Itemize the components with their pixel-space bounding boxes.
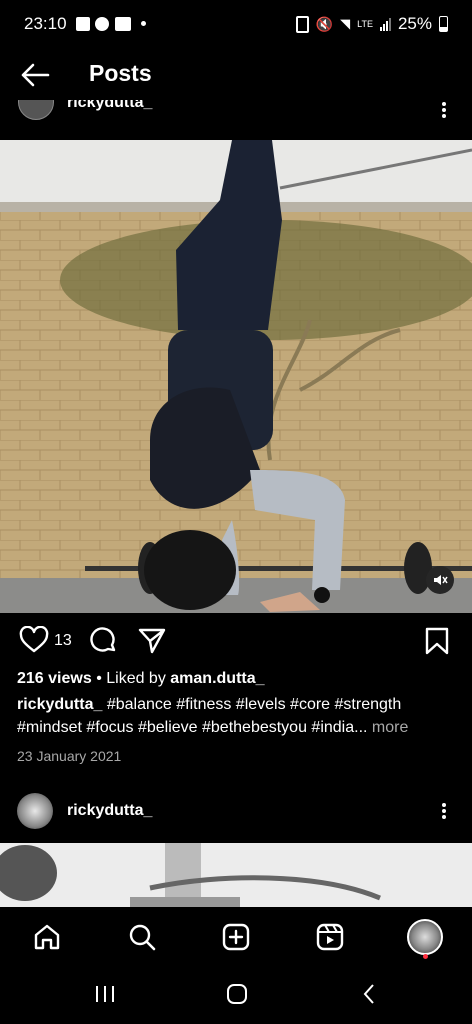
caption-username[interactable]: rickydutta_ — [17, 696, 102, 713]
share-icon — [138, 628, 166, 654]
search-icon — [129, 924, 156, 951]
mute-status-icon: 🔇 — [315, 15, 334, 32]
profile-avatar — [407, 919, 443, 955]
back-system-icon[interactable] — [362, 983, 376, 1010]
post-photo[interactable] — [0, 140, 472, 613]
avatar[interactable] — [18, 100, 54, 120]
battery-icon — [439, 16, 448, 32]
post-options-icon[interactable] — [436, 801, 452, 826]
liked-by-user[interactable]: aman.dutta_ — [170, 670, 264, 687]
liked-by-prefix: Liked by — [106, 670, 166, 687]
system-navigation-bar — [0, 967, 472, 1024]
caption-hashtags-1[interactable]: #balance #fitness #levels #core #strengt… — [107, 696, 401, 713]
post-options-icon[interactable] — [436, 100, 452, 125]
likes-count[interactable]: 13 — [54, 632, 72, 650]
post-username[interactable]: rickydutta_ — [67, 100, 152, 112]
mute-icon[interactable] — [426, 566, 454, 594]
recent-apps-icon[interactable] — [94, 984, 116, 1009]
comment-button[interactable] — [88, 626, 118, 656]
caption-line-2: #mindset #focus #believe #bethebestyou #… — [17, 719, 408, 737]
status-bar: 23:10 🔇 ◥ LTE 25% — [0, 0, 472, 50]
app-notification-icon — [115, 17, 131, 31]
network-label: LTE — [357, 19, 373, 29]
create-icon — [222, 923, 250, 951]
signal-icon — [379, 17, 391, 31]
wifi-icon: ◥ — [340, 16, 351, 31]
caption-more-link[interactable]: more — [372, 719, 408, 736]
bookmark-icon — [425, 627, 449, 655]
gallery-notification-icon — [76, 17, 90, 31]
next-post-photo-image — [0, 843, 472, 907]
next-post-header: rickydutta_ — [0, 785, 472, 843]
page-title: Posts — [89, 60, 152, 86]
battery-saver-icon — [295, 15, 309, 33]
reels-icon — [316, 923, 344, 951]
top-app-bar: Posts — [0, 50, 472, 100]
search-tab[interactable] — [122, 917, 162, 957]
back-arrow-icon[interactable] — [18, 60, 52, 90]
post-photo-image — [0, 140, 472, 613]
save-button[interactable] — [424, 626, 450, 656]
share-button[interactable] — [137, 626, 167, 656]
views-count: 216 views — [17, 670, 92, 687]
post-date: 23 January 2021 — [17, 748, 122, 764]
caption-hashtags-2[interactable]: #mindset #focus #believe #bethebestyou #… — [17, 719, 367, 736]
caption-line-1: rickydutta_ #balance #fitness #levels #c… — [17, 696, 401, 714]
home-tab[interactable] — [27, 917, 67, 957]
status-time: 23:10 — [24, 14, 67, 33]
home-icon — [34, 924, 60, 950]
views-liked-line: 216 views • Liked by aman.dutta_ — [17, 670, 265, 687]
profile-tab[interactable] — [405, 917, 445, 957]
heart-icon — [19, 625, 49, 653]
prev-post-header: rickydutta_ — [0, 100, 472, 140]
notification-dot — [423, 954, 428, 959]
bottom-navigation — [0, 907, 472, 967]
next-post-photo[interactable] — [0, 843, 472, 907]
status-right: 🔇 ◥ LTE 25% — [295, 14, 448, 34]
like-button[interactable] — [19, 625, 49, 656]
battery-percent: 25% — [397, 14, 432, 33]
create-tab[interactable] — [216, 917, 256, 957]
whatsapp-notification-icon — [95, 17, 109, 31]
home-system-icon[interactable] — [226, 983, 248, 1010]
post-username[interactable]: rickydutta_ — [67, 802, 152, 820]
avatar[interactable] — [17, 793, 53, 829]
comment-icon — [90, 627, 116, 652]
reels-tab[interactable] — [310, 917, 350, 957]
more-notifications-dot — [141, 21, 146, 26]
